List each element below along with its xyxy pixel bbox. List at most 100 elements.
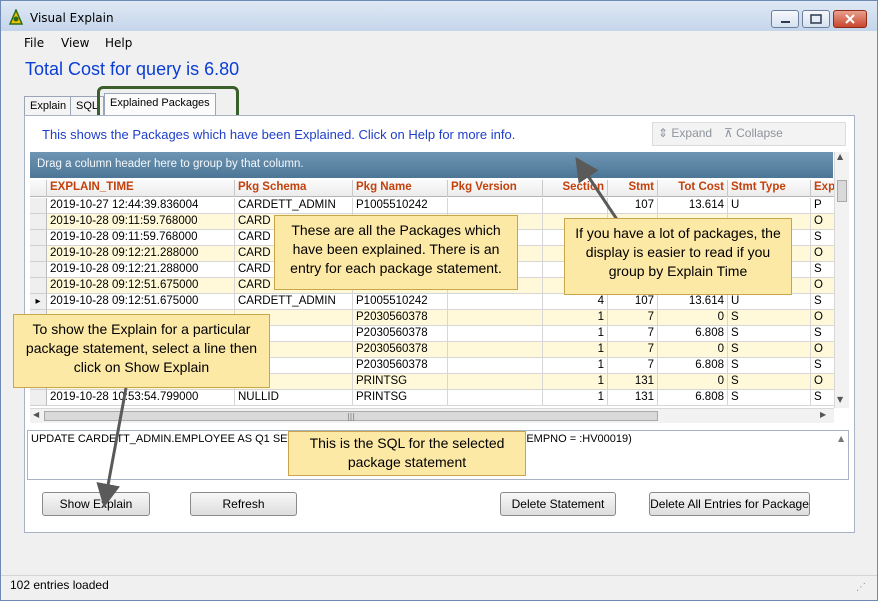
callout-show-explain: To show the Explain for a particular pac… <box>13 314 270 388</box>
column-header-stmt[interactable]: Stmt <box>608 180 658 197</box>
minimize-button[interactable] <box>771 10 799 28</box>
table-cell: 2019-10-27 12:44:39.836004 <box>47 198 235 214</box>
maximize-button[interactable] <box>802 10 830 28</box>
callout-group: If you have a lot of packages, the displ… <box>564 218 792 295</box>
row-selector[interactable]: ▸ <box>30 294 47 310</box>
delete-all-entries-button[interactable]: Delete All Entries for Package <box>649 492 810 516</box>
column-header-section[interactable]: Section <box>543 180 608 197</box>
table-cell: 131 <box>608 390 658 406</box>
table-cell: S <box>728 390 811 406</box>
menu-file[interactable]: File <box>24 36 44 50</box>
table-cell: P2030560378 <box>353 310 448 326</box>
table-cell: 0 <box>658 374 728 390</box>
table-row[interactable]: 2019-10-27 12:44:39.836004 CARDETT_ADMIN P… <box>30 198 835 214</box>
table-cell: S <box>811 390 835 406</box>
table-cell: O <box>811 278 835 294</box>
column-header-pkg-name[interactable]: Pkg Name <box>353 180 448 197</box>
row-selector[interactable] <box>30 214 47 230</box>
table-cell: S <box>728 358 811 374</box>
delete-statement-button[interactable]: Delete Statement <box>500 492 616 516</box>
vertical-scroll-thumb[interactable] <box>837 180 847 202</box>
table-cell: 2019-10-28 09:12:21.288000 <box>47 246 235 262</box>
table-cell: NULLID <box>235 390 353 406</box>
table-cell: O <box>811 342 835 358</box>
refresh-button[interactable]: Refresh <box>190 492 297 516</box>
expand-icon: ⇕ <box>658 126 669 140</box>
table-cell <box>543 198 608 214</box>
table-row[interactable]: ▸ 2019-10-28 09:12:51.675000 CARDETT_ADMIN… <box>30 294 835 310</box>
column-header-pkg-version[interactable]: Pkg Version <box>448 180 543 197</box>
collapse-button[interactable]: ⊼ Collapse <box>724 126 783 140</box>
row-header-corner <box>30 180 47 197</box>
collapse-label: Collapse <box>736 126 783 140</box>
column-header-explain-time[interactable]: EXPLAIN_TIME <box>47 180 235 197</box>
tab-explain[interactable]: Explain <box>24 96 73 115</box>
table-cell <box>448 198 543 214</box>
vertical-scrollbar[interactable]: ▲ ▼ <box>834 152 849 408</box>
table-cell <box>448 374 543 390</box>
table-cell: 131 <box>608 374 658 390</box>
table-cell: S <box>811 294 835 310</box>
table-cell: 2019-10-28 09:12:51.675000 <box>47 278 235 294</box>
row-selector[interactable] <box>30 278 47 294</box>
grid-header: EXPLAIN_TIME Pkg Schema Pkg Name Pkg Ver… <box>30 180 835 197</box>
table-row[interactable]: 2019-10-28 10:53:54.799000 NULLID PRINTSG 1… <box>30 390 835 406</box>
row-selector[interactable] <box>30 390 47 406</box>
menu-help[interactable]: Help <box>105 36 132 50</box>
column-header-exp[interactable]: Exp <box>811 180 835 197</box>
table-cell: P2030560378 <box>353 326 448 342</box>
table-cell <box>448 294 543 310</box>
row-selector[interactable] <box>30 198 47 214</box>
menu-view[interactable]: View <box>61 36 89 50</box>
table-cell: O <box>811 310 835 326</box>
table-cell: 2019-10-28 09:12:21.288000 <box>47 262 235 278</box>
table-cell: 107 <box>608 294 658 310</box>
column-header-tot-cost[interactable]: Tot Cost <box>658 180 728 197</box>
show-explain-button[interactable]: Show Explain <box>42 492 150 516</box>
scroll-up-arrow-icon[interactable]: ▲ <box>837 152 843 161</box>
table-cell: CARDETT_ADMIN <box>235 198 353 214</box>
table-cell: 107 <box>608 198 658 214</box>
title-bar[interactable] <box>1 1 877 31</box>
table-cell: P1005510242 <box>353 294 448 310</box>
table-cell <box>448 310 543 326</box>
total-cost-label: Total Cost for query is 6.80 <box>25 59 240 79</box>
table-cell: 1 <box>543 390 608 406</box>
expand-button[interactable]: ⇕ Expand <box>658 126 712 140</box>
table-cell <box>448 390 543 406</box>
horizontal-scroll-thumb[interactable]: ||| <box>44 411 658 421</box>
table-cell: CARDETT_ADMIN <box>235 294 353 310</box>
resize-grip-icon[interactable]: ⋰ <box>856 582 866 593</box>
table-cell: O <box>811 214 835 230</box>
scroll-left-arrow-icon[interactable]: ◀ <box>33 410 39 419</box>
sql-scroll-up-arrow-icon[interactable]: ▲ <box>838 434 844 443</box>
column-header-pkg-schema[interactable]: Pkg Schema <box>235 180 353 197</box>
table-cell: 0 <box>658 310 728 326</box>
table-cell: U <box>728 294 811 310</box>
group-by-area[interactable]: Drag a column header here to group by th… <box>30 152 833 178</box>
table-cell: 6.808 <box>658 326 728 342</box>
close-button[interactable] <box>833 10 867 28</box>
table-cell <box>448 342 543 358</box>
table-cell: O <box>811 246 835 262</box>
table-cell: PRINTSG <box>353 390 448 406</box>
table-cell: P <box>811 198 835 214</box>
table-cell: 13.614 <box>658 294 728 310</box>
callout-packages: These are all the Packages which have be… <box>274 215 518 290</box>
row-selector[interactable] <box>30 246 47 262</box>
table-cell <box>448 358 543 374</box>
table-cell: S <box>811 358 835 374</box>
table-cell: 13.614 <box>658 198 728 214</box>
column-header-stmt-type[interactable]: Stmt Type <box>728 180 811 197</box>
table-cell: S <box>728 342 811 358</box>
info-text: This shows the Packages which have been … <box>42 127 516 142</box>
scroll-down-arrow-icon[interactable]: ▼ <box>837 395 843 404</box>
horizontal-scrollbar[interactable]: ◀ ||| ▶ <box>30 408 834 423</box>
app-icon <box>8 8 24 25</box>
table-cell: 2019-10-28 10:53:54.799000 <box>47 390 235 406</box>
table-cell: S <box>811 326 835 342</box>
window-title: Visual Explain <box>30 11 114 25</box>
row-selector[interactable] <box>30 262 47 278</box>
row-selector[interactable] <box>30 230 47 246</box>
scroll-right-arrow-icon[interactable]: ▶ <box>820 410 826 419</box>
